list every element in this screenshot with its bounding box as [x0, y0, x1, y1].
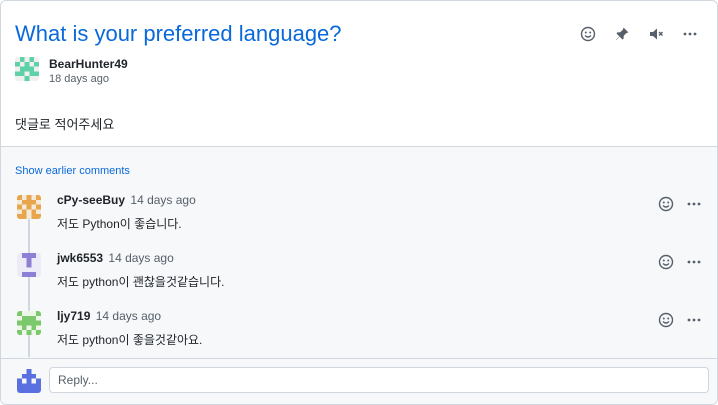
comment-actions [655, 193, 705, 215]
comment-header: jwk6553 14 days ago [57, 251, 174, 265]
comment-text: 저도 python이 좋을것같아요. [57, 333, 203, 347]
comment-text: 저도 python이 괜찮을것같습니다. [57, 275, 225, 289]
comment-item: cPy-seeBuy 14 days ago 저도 Python이 좋습니다. [15, 191, 705, 241]
comment-time[interactable]: 14 days ago [96, 309, 161, 323]
discussion-body: 댓글로 적어주세요 [15, 117, 115, 132]
comment-header: ljy719 14 days ago [57, 309, 161, 323]
smiley-icon[interactable] [655, 251, 677, 273]
discussion-title: What is your preferred language? [15, 21, 342, 46]
kebab-horizontal-icon[interactable] [683, 251, 705, 273]
avatar[interactable] [15, 57, 39, 81]
smiley-icon[interactable] [655, 193, 677, 215]
avatar[interactable] [17, 311, 41, 335]
comment-item: ljy719 14 days ago 저도 python이 좋을것같아요. [15, 307, 705, 357]
reply-input[interactable] [49, 367, 709, 393]
comments-section: Show earlier comments cPy-seeBuy 14 days… [1, 146, 717, 404]
reply-bar [1, 358, 717, 404]
comment-time[interactable]: 14 days ago [108, 251, 173, 265]
show-earlier-comments-link[interactable]: Show earlier comments [15, 165, 130, 177]
comment-author[interactable]: jwk6553 [57, 251, 103, 265]
kebab-horizontal-icon[interactable] [683, 193, 705, 215]
comment-author[interactable]: ljy719 [57, 309, 90, 323]
discussion-author-row: BearHunter49 18 days ago [15, 57, 128, 87]
avatar[interactable] [17, 195, 41, 219]
discussion-actions [577, 23, 701, 45]
comment-author[interactable]: cPy-seeBuy [57, 193, 125, 207]
post-time[interactable]: 18 days ago [49, 71, 128, 87]
comment-time[interactable]: 14 days ago [130, 193, 195, 207]
comment-item: jwk6553 14 days ago 저도 python이 괜찮을것같습니다. [15, 249, 705, 299]
mute-icon[interactable] [645, 23, 667, 45]
comment-header: cPy-seeBuy 14 days ago [57, 193, 196, 207]
author-name[interactable]: BearHunter49 [49, 57, 128, 71]
comment-actions [655, 251, 705, 273]
discussion-header: What is your preferred language? BearHun… [1, 1, 717, 146]
comment-text: 저도 Python이 좋습니다. [57, 217, 182, 231]
kebab-horizontal-icon[interactable] [679, 23, 701, 45]
current-user-avatar[interactable] [17, 369, 41, 393]
pin-icon[interactable] [611, 23, 633, 45]
author-meta: BearHunter49 18 days ago [49, 57, 128, 87]
kebab-horizontal-icon[interactable] [683, 309, 705, 331]
comment-actions [655, 309, 705, 331]
discussion-card: What is your preferred language? BearHun… [0, 0, 718, 405]
smiley-icon[interactable] [577, 23, 599, 45]
avatar[interactable] [17, 253, 41, 277]
smiley-icon[interactable] [655, 309, 677, 331]
